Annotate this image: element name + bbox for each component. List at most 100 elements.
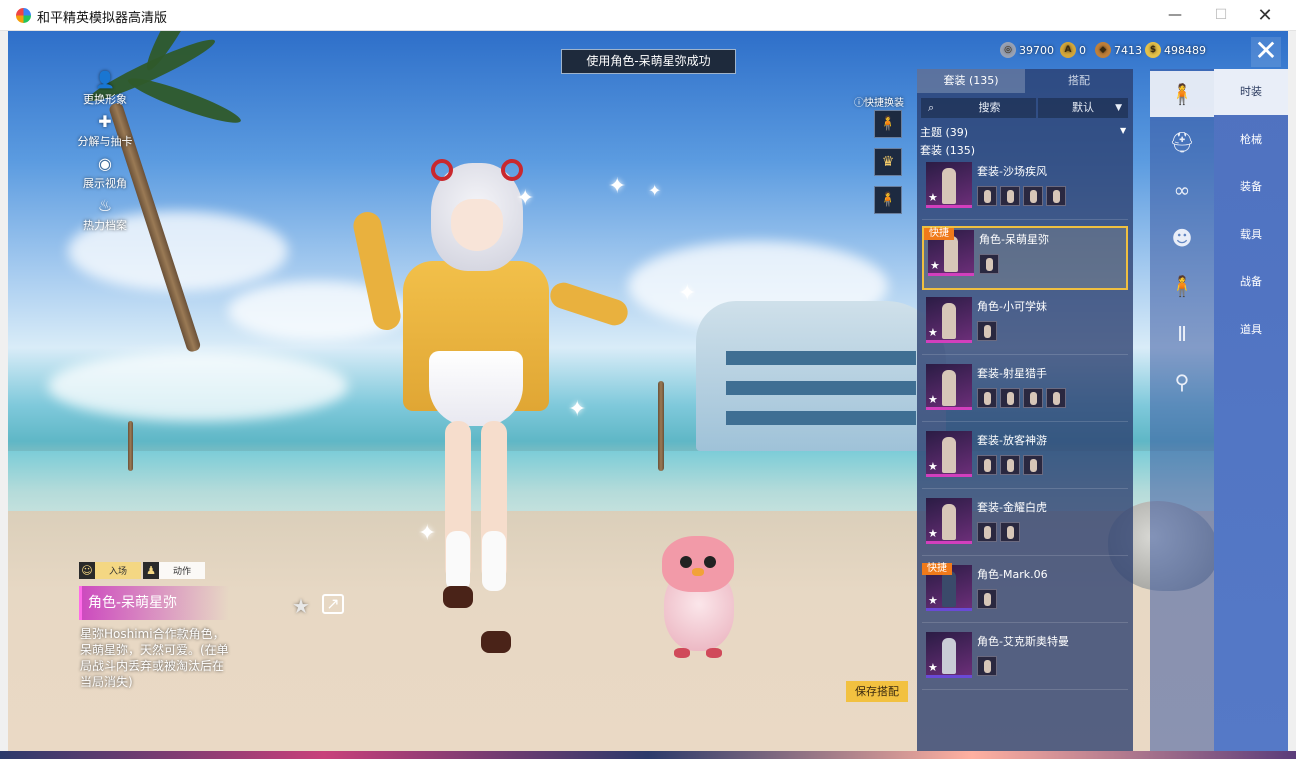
favorite-star-icon[interactable]: ★ (292, 594, 310, 618)
outfit-name: 角色-呆萌星弥 (79, 586, 229, 620)
toast-message: 使用角色-呆萌星弥成功 (561, 49, 736, 74)
cloud (48, 351, 348, 421)
list-item[interactable]: ★ 快捷 角色-Mark.06 (922, 563, 1128, 623)
sub-item-icon (977, 589, 997, 609)
sparkle-icon: ✦ (608, 174, 627, 199)
gold-coin-icon: $ (1145, 42, 1161, 58)
smile-icon: ☺ (79, 562, 95, 579)
star-icon: ★ (928, 661, 938, 674)
pet-bird[interactable] (658, 536, 738, 666)
sub-item-icon (977, 522, 997, 542)
search-icon: ⌕ (928, 101, 935, 114)
category-firearms[interactable]: 枪械 (1214, 117, 1288, 163)
quick-tag: 快捷 (924, 228, 954, 240)
action-tabs: ☺ 入场 ♟ 动作 (79, 562, 206, 579)
quick-swap-slot[interactable]: 🧍 (874, 110, 902, 138)
figure-icon[interactable]: 🧍 (1150, 263, 1214, 309)
list-item[interactable]: ★ 套装-放客神游 (922, 429, 1128, 489)
list-item[interactable]: ★ 角色-小可学妹 (922, 295, 1128, 355)
quick-swap-slot[interactable]: 🧍 (874, 186, 902, 214)
outfit-thumbnail: ★ (926, 632, 972, 678)
category-label-bar: 时装 枪械 装备 载具 战备 道具 (1214, 69, 1288, 751)
heat-archive-button[interactable]: ♨ 热力档案 (70, 195, 140, 241)
category-fashion[interactable]: 时装 (1214, 69, 1288, 115)
tab-action[interactable]: ♟ 动作 (143, 562, 206, 579)
list-item[interactable]: ★ 套装-沙场疾风 (922, 160, 1128, 220)
list-item[interactable]: ★ 角色-艾克斯奥特曼 (922, 630, 1128, 690)
save-combo-button[interactable]: 保存搭配 (846, 681, 908, 702)
shoes-icon[interactable]: ⚲ (1150, 359, 1214, 405)
game-viewport[interactable]: ✦ ✦ ✦ ✦ ✦ ✦ 👤 更换形象 ✚ 分解与抽卡 ◉ 展示视角 ♨ 热力档案… (8, 31, 1288, 751)
sort-select[interactable]: 默认 ▼ (1038, 98, 1128, 118)
eye-icon: ◉ (98, 154, 112, 173)
outfit-thumbnail: ★ (926, 364, 972, 410)
group-theme[interactable]: 主题 (39) (920, 124, 968, 140)
search-input[interactable]: ⌕ 搜索 (921, 98, 1036, 118)
currency-bronze: ◆ 7413 (1095, 41, 1142, 59)
currency-silver: ◎ 39700 (1000, 41, 1054, 59)
category-supplies[interactable]: 战备 (1214, 259, 1288, 305)
tab-combos[interactable]: 搭配 (1025, 69, 1133, 93)
change-avatar-button[interactable]: 👤 更换形象 (70, 69, 140, 115)
category-props[interactable]: 道具 (1214, 307, 1288, 353)
head-icon[interactable]: ☻ (1150, 215, 1214, 261)
tab-outfits[interactable]: 套装 (135) (917, 69, 1025, 93)
share-icon[interactable]: ↗ (322, 594, 344, 614)
list-item[interactable]: ★ 套装-射星猎手 (922, 362, 1128, 422)
decompose-button[interactable]: ✚ 分解与抽卡 (70, 111, 140, 157)
pants-icon[interactable]: Ⅱ (1150, 311, 1214, 357)
minimize-button[interactable]: — (1152, 0, 1198, 31)
list-item-selected[interactable]: ★ 快捷 角色-呆萌星弥 (922, 226, 1128, 290)
flame-icon: ♨ (97, 196, 113, 215)
sub-item-icon (977, 388, 997, 408)
outfit-thumbnail: ★ (926, 162, 972, 208)
puzzle-icon: ✚ (98, 112, 112, 131)
palm-tree (658, 381, 664, 471)
token-coin-icon: A (1060, 42, 1076, 58)
sparkle-icon: ✦ (678, 281, 697, 306)
maximize-button[interactable]: ☐ (1198, 0, 1244, 31)
chevron-down-icon: ▼ (1115, 103, 1122, 113)
quick-tag: 快捷 (922, 563, 952, 575)
sub-item-icon (1000, 186, 1020, 206)
star-icon: ★ (930, 259, 940, 272)
sub-item-icon (1000, 455, 1020, 475)
star-icon: ★ (928, 527, 938, 540)
sub-item-icon (977, 186, 997, 206)
sparkle-icon: ✦ (568, 397, 587, 422)
quick-swap-slot[interactable]: ♛ (874, 148, 902, 176)
close-window-button[interactable]: ✕ (1242, 0, 1288, 31)
outfit-thumbnail: ★ (926, 431, 972, 477)
sparkle-icon: ✦ (418, 521, 437, 546)
sub-item-icon (1046, 186, 1066, 206)
silver-coin-icon: ◎ (1000, 42, 1016, 58)
view-angle-button[interactable]: ◉ 展示视角 (70, 153, 140, 199)
outfit-panel: 套装 (135) 搭配 ⌕ 搜索 默认 ▼ 主题 (39) ▼ 套装 (135)… (917, 69, 1133, 751)
app-icon (16, 8, 31, 23)
window-titlebar: 和平精英模拟器高清版 — ☐ ✕ (0, 0, 1296, 31)
outfit-thumbnail: ★ (926, 297, 972, 343)
outfit-tabs: 套装 (135) 搭配 (917, 69, 1133, 93)
quick-swap-label[interactable]: ⓘ快捷换装 (854, 94, 904, 109)
outfit-thumbnail: ★ (926, 498, 972, 544)
list-item[interactable]: ★ 套装-金耀白虎 (922, 496, 1128, 556)
sub-item-icon (977, 656, 997, 676)
category-vehicles[interactable]: 载具 (1214, 212, 1288, 258)
sparkle-icon: ✦ (648, 181, 662, 200)
category-equipment[interactable]: 装备 (1214, 164, 1288, 210)
tab-entrance[interactable]: ☺ 入场 (79, 562, 142, 579)
star-icon: ★ (928, 594, 938, 607)
close-icon[interactable]: ✕ (1251, 37, 1281, 67)
outfit-description: 星弥Hoshimi合作款角色，呆萌星弥，天然可爱。(在单局战斗内丢弃或被淘汰后在… (80, 627, 229, 689)
helmet-icon[interactable]: ⛑ (1150, 119, 1214, 165)
sub-item-icon (1023, 388, 1043, 408)
palm-tree (128, 421, 133, 471)
help-icon: ⓘ (854, 98, 864, 109)
goggles-icon[interactable]: ∞ (1150, 167, 1214, 213)
person-icon: 👤 (95, 70, 115, 89)
sub-item-icon (1023, 455, 1043, 475)
outfit-icon[interactable]: 🧍 (1150, 71, 1214, 117)
currency-token: A 0 (1060, 41, 1086, 59)
star-icon: ★ (928, 460, 938, 473)
dropdown-arrow-icon: ▼ (1120, 126, 1127, 135)
